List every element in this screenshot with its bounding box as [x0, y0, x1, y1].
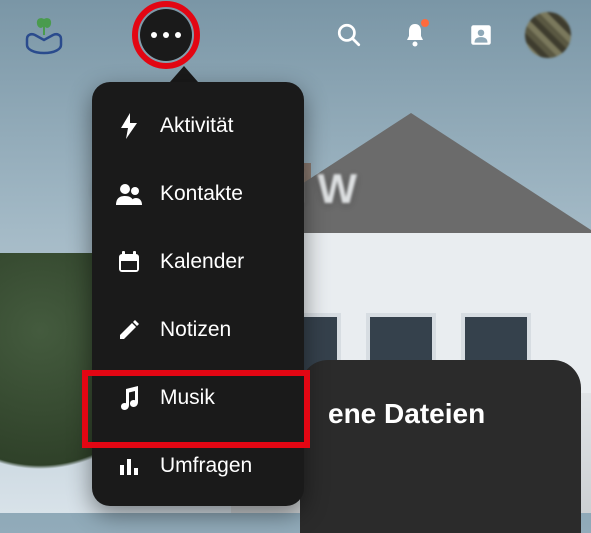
notification-badge [421, 19, 429, 27]
app-logo[interactable] [20, 11, 68, 59]
ellipsis-icon [151, 32, 181, 38]
pencil-icon [112, 319, 146, 341]
contacts-button[interactable] [459, 13, 503, 57]
search-icon [336, 22, 362, 48]
user-avatar[interactable] [525, 12, 571, 58]
files-card: ene Dateien [300, 360, 581, 533]
more-menu-button[interactable] [140, 9, 192, 61]
menu-item-label: Musik [160, 386, 215, 410]
menu-item-aktivitaet[interactable]: Aktivität [92, 92, 304, 160]
menu-item-musik[interactable]: Musik [92, 364, 304, 432]
music-icon [112, 386, 146, 410]
more-button-wrapper [140, 9, 192, 61]
calendar-icon [112, 250, 146, 274]
menu-item-kalender[interactable]: Kalender [92, 228, 304, 296]
people-icon [112, 183, 146, 205]
menu-item-label: Kontakte [160, 182, 243, 206]
menu-item-umfragen[interactable]: Umfragen [92, 432, 304, 500]
more-menu-dropdown: Aktivität Kontakte [92, 66, 304, 506]
plant-hands-icon [21, 15, 67, 55]
menu-caret [170, 66, 198, 82]
menu-item-label: Aktivität [160, 114, 234, 138]
menu-list: Aktivität Kontakte [92, 82, 304, 506]
menu-item-notizen[interactable]: Notizen [92, 296, 304, 364]
notifications-button[interactable] [393, 13, 437, 57]
menu-item-label: Notizen [160, 318, 231, 342]
search-button[interactable] [327, 13, 371, 57]
top-app-bar [0, 0, 591, 70]
menu-item-label: Kalender [160, 250, 244, 274]
lightning-icon [112, 113, 146, 139]
contacts-square-icon [468, 22, 494, 48]
bars-icon [112, 455, 146, 477]
files-card-title: ene Dateien [328, 398, 553, 430]
menu-item-kontakte[interactable]: Kontakte [92, 160, 304, 228]
menu-item-label: Umfragen [160, 454, 252, 478]
